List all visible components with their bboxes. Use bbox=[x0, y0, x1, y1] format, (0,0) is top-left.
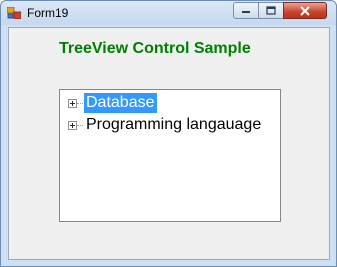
tree-node-label[interactable]: Database bbox=[84, 93, 157, 113]
plus-box-icon[interactable] bbox=[68, 99, 77, 108]
plus-box-icon[interactable] bbox=[68, 121, 77, 130]
application-window: Form19 TreeView Control Sample Database … bbox=[0, 0, 337, 267]
window-title: Form19 bbox=[27, 6, 69, 20]
tree-view[interactable]: Database Programming langauage bbox=[59, 89, 281, 222]
minimize-button[interactable] bbox=[233, 2, 259, 19]
close-button[interactable] bbox=[283, 2, 327, 19]
maximize-icon bbox=[266, 6, 276, 15]
minimize-icon bbox=[242, 10, 250, 13]
close-icon bbox=[300, 5, 310, 16]
tree-node-label[interactable]: Programming langauage bbox=[84, 115, 263, 135]
form-client-area: TreeView Control Sample Database Program… bbox=[8, 27, 330, 260]
maximize-button[interactable] bbox=[258, 2, 284, 19]
title-bar[interactable]: Form19 bbox=[1, 1, 336, 25]
tree-connector bbox=[77, 103, 83, 105]
form-app-icon[interactable] bbox=[7, 7, 21, 19]
page-title: TreeView Control Sample bbox=[59, 40, 251, 57]
tree-connector bbox=[77, 125, 83, 127]
